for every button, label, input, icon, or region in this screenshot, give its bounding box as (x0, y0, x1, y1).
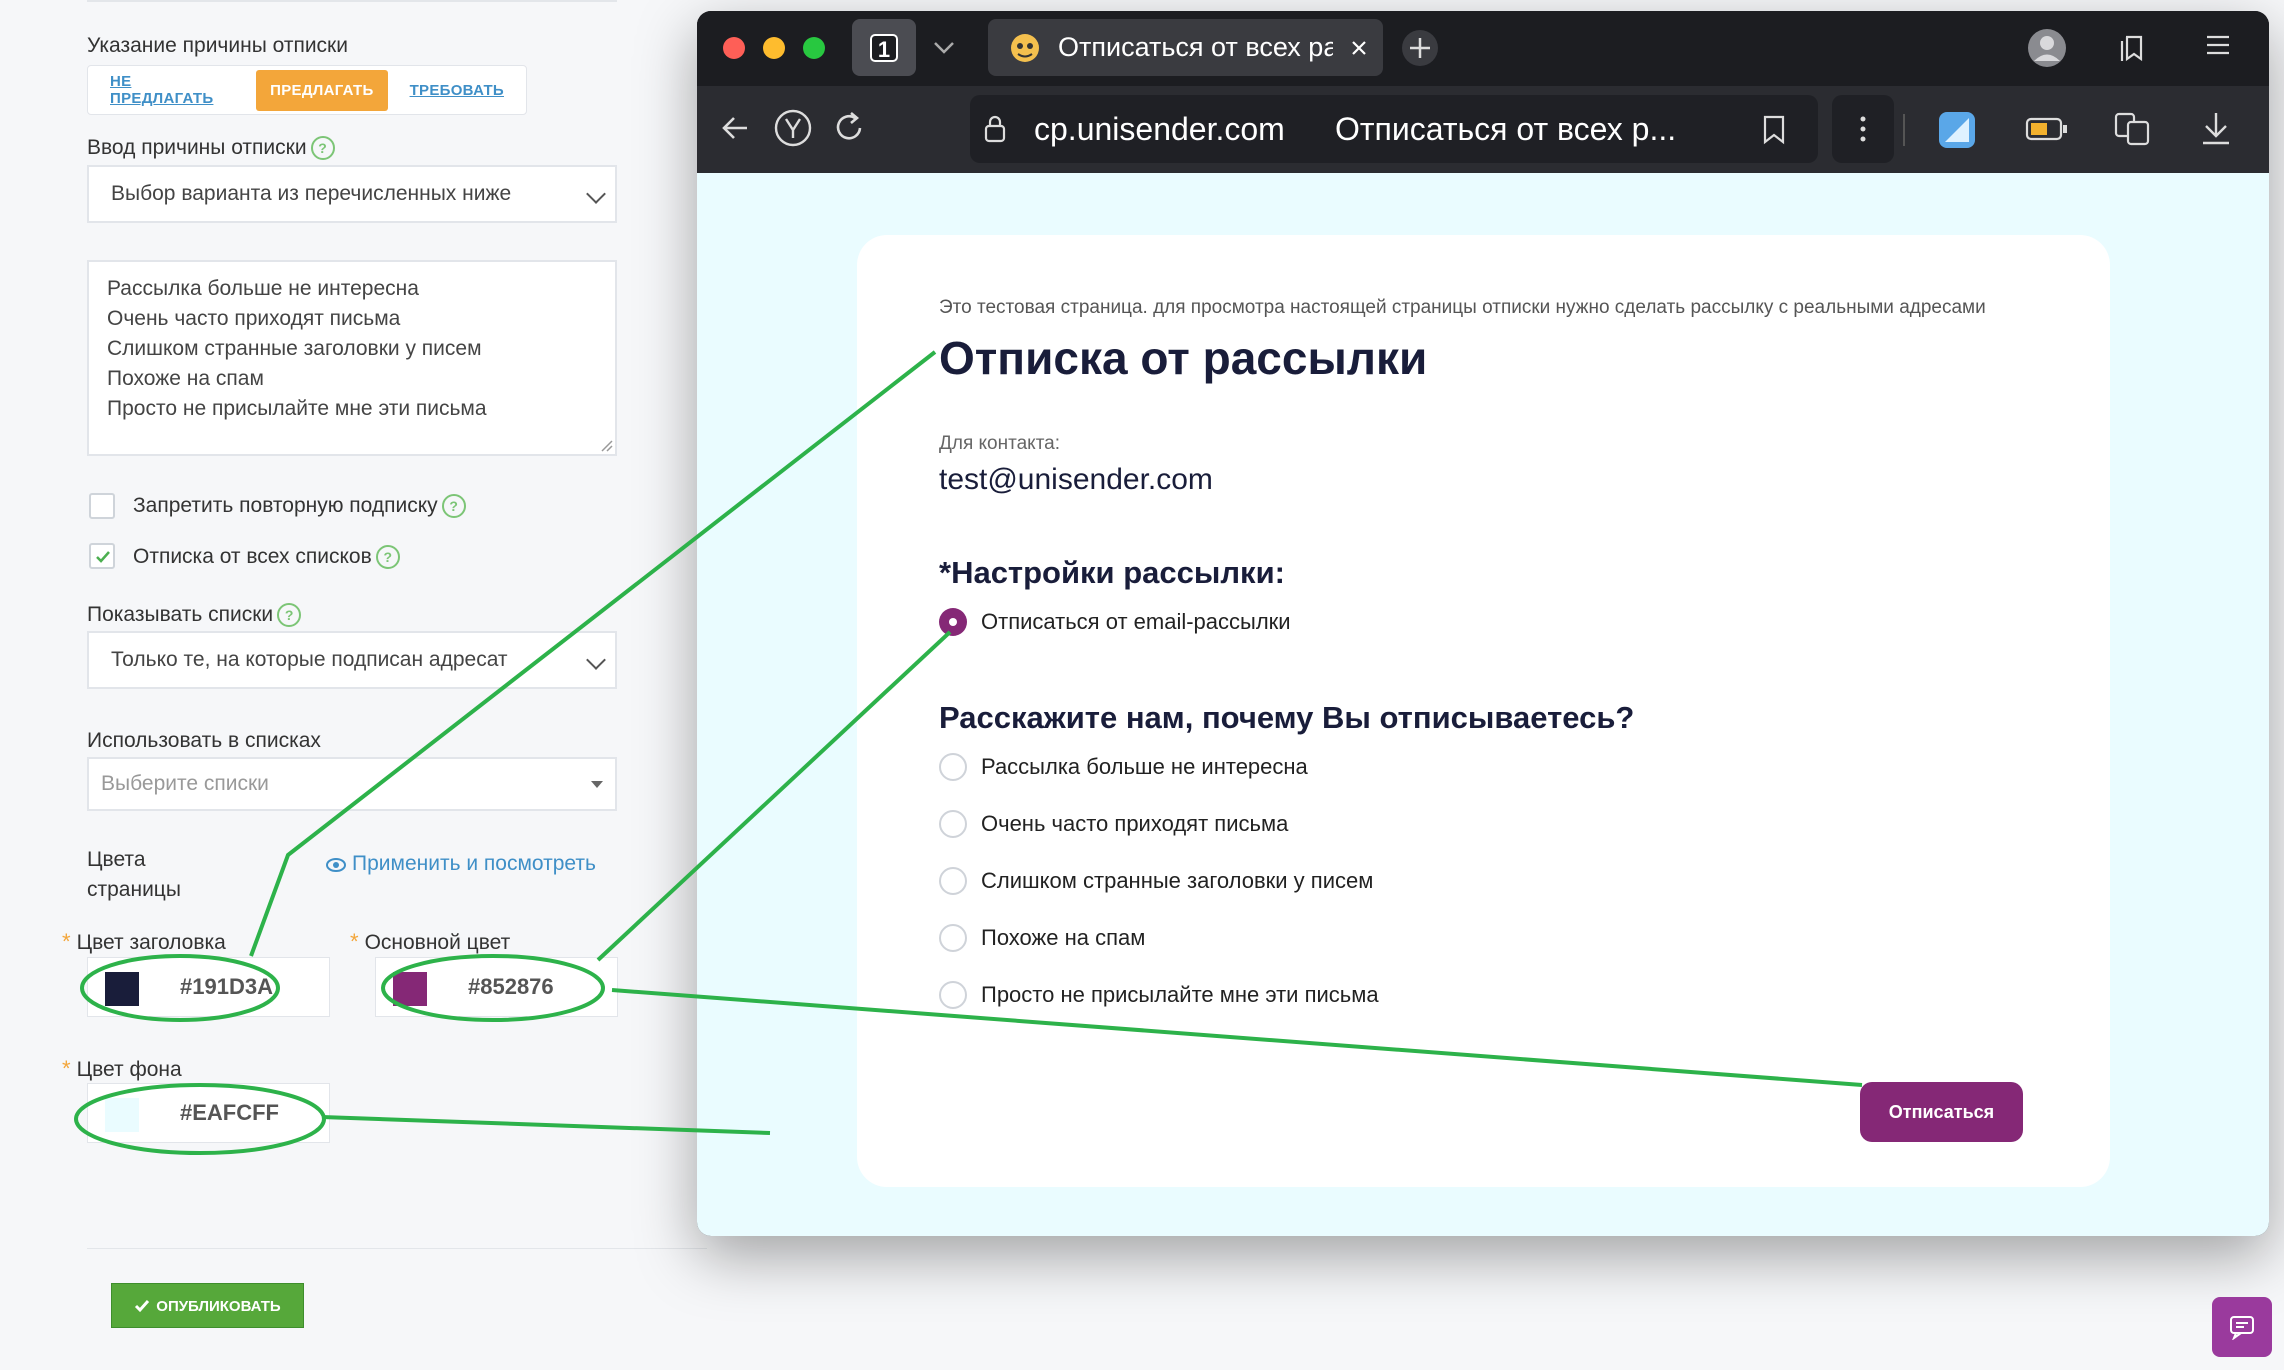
chat-button[interactable] (2212, 1297, 2272, 1357)
annotation-ellipse (74, 1083, 326, 1155)
annotation-line (249, 350, 937, 957)
chat-icon (2230, 1316, 2254, 1340)
annotation-overlay (74, 350, 1863, 1155)
annotation-ellipse (381, 954, 605, 1022)
annotation-line (321, 1115, 771, 1135)
annotation-line (611, 988, 1863, 1087)
annotation-ellipse (80, 954, 280, 1022)
annotation-line (596, 630, 952, 962)
